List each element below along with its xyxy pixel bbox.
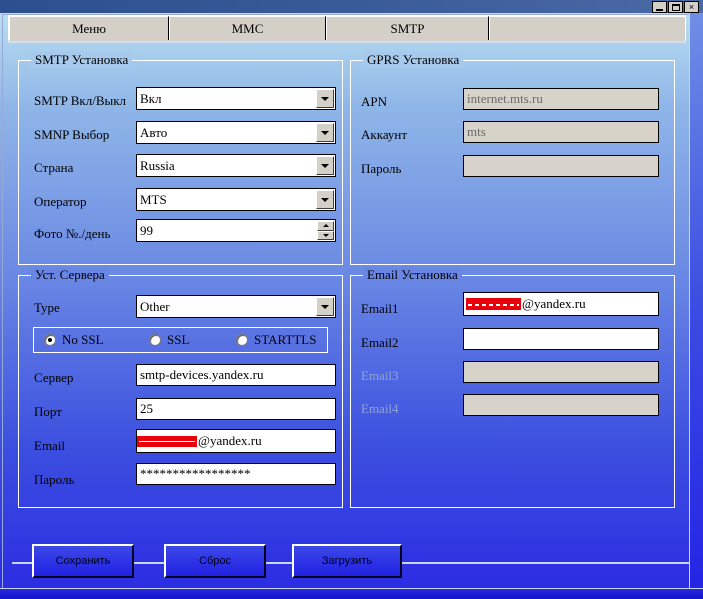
tab-underline bbox=[8, 41, 686, 43]
combo-server-type[interactable]: Other bbox=[136, 295, 336, 318]
radio-no-ssl-label: No SSL bbox=[62, 332, 104, 347]
chevron-down-icon[interactable] bbox=[316, 297, 334, 316]
input-server-password[interactable]: ***************** bbox=[136, 463, 336, 485]
input-email1[interactable]: @yandex.ru bbox=[463, 292, 659, 316]
redaction-bar bbox=[137, 435, 197, 447]
tab-smtp[interactable]: SMTP bbox=[326, 16, 489, 40]
combo-smtp-onoff[interactable]: Вкл bbox=[136, 87, 336, 110]
load-button[interactable]: Загрузить bbox=[292, 544, 402, 578]
spinner-photos-per-day[interactable]: 99 bbox=[136, 219, 336, 242]
radio-no-ssl-indicator[interactable] bbox=[44, 334, 56, 346]
save-button[interactable]: Сохранить bbox=[32, 544, 134, 578]
minimize-button[interactable] bbox=[652, 1, 667, 13]
input-server-host-value: smtp-devices.yandex.ru bbox=[140, 367, 264, 382]
reset-button[interactable]: Сброс bbox=[164, 544, 266, 578]
title-bar: × bbox=[0, 0, 703, 13]
input-email3[interactable] bbox=[463, 361, 659, 383]
combo-smnp-select-value: Авто bbox=[140, 124, 168, 140]
radio-starttls-label: STARTTLS bbox=[254, 332, 317, 347]
radio-starttls[interactable]: STARTTLS bbox=[236, 332, 316, 348]
group-gprs-settings-title: GPRS Установка bbox=[363, 52, 464, 68]
reset-button-label: Сброс bbox=[199, 555, 231, 567]
chevron-down-icon[interactable] bbox=[316, 123, 334, 142]
maximize-button[interactable] bbox=[668, 1, 683, 13]
label-smtp-onoff: SMTP Вкл/Выкл bbox=[34, 93, 127, 108]
input-server-port-value: 25 bbox=[140, 401, 153, 416]
group-email-settings-title: Email Установка bbox=[363, 267, 462, 283]
close-icon: × bbox=[688, 1, 695, 12]
tab-mmc-label: MMC bbox=[231, 20, 264, 36]
spinner-buttons[interactable] bbox=[317, 221, 334, 240]
input-apn[interactable]: internet.mts.ru bbox=[463, 88, 659, 110]
label-email2: Email2 bbox=[361, 335, 399, 350]
chevron-down-icon[interactable] bbox=[316, 156, 334, 175]
combo-smnp-select[interactable]: Авто bbox=[136, 121, 336, 144]
input-server-host[interactable]: smtp-devices.yandex.ru bbox=[136, 364, 336, 386]
radio-no-ssl[interactable]: No SSL bbox=[44, 332, 104, 348]
window-body: Меню MMC SMTP SMTP Установка SMTP Вкл/Вы… bbox=[0, 13, 703, 599]
combo-operator-value: MTS bbox=[140, 191, 167, 207]
radio-starttls-indicator[interactable] bbox=[236, 334, 248, 346]
radio-ssl[interactable]: SSL bbox=[149, 332, 189, 348]
spinner-up-icon[interactable] bbox=[317, 221, 334, 231]
group-server-settings-title: Уст. Сервера bbox=[31, 267, 109, 283]
label-server-type: Type bbox=[34, 300, 60, 315]
input-email4[interactable] bbox=[463, 394, 659, 416]
combo-country-value: Russia bbox=[140, 157, 175, 173]
right-edge-strip bbox=[689, 13, 703, 599]
close-button[interactable]: × bbox=[684, 1, 699, 13]
label-email4: Email4 bbox=[361, 401, 399, 416]
label-gprs-password: Пароль bbox=[361, 161, 402, 176]
application-window: × Меню MMC SMTP SMTP Установка SMTP Вкл/… bbox=[0, 0, 703, 599]
label-server-port: Порт bbox=[34, 404, 62, 419]
label-account: Аккаунт bbox=[361, 127, 408, 142]
combo-country[interactable]: Russia bbox=[136, 154, 336, 177]
radio-ssl-label: SSL bbox=[167, 332, 190, 347]
chevron-down-icon[interactable] bbox=[316, 89, 334, 108]
label-operator: Оператор bbox=[34, 194, 87, 209]
combo-smtp-onoff-value: Вкл bbox=[140, 90, 162, 106]
input-email2[interactable] bbox=[463, 328, 659, 350]
maximize-icon bbox=[671, 3, 680, 11]
input-server-password-value: ***************** bbox=[140, 466, 251, 481]
tab-menu[interactable]: Меню bbox=[9, 16, 169, 40]
label-country: Страна bbox=[34, 160, 74, 175]
input-gprs-password[interactable] bbox=[463, 155, 659, 177]
input-account-value: mts bbox=[467, 124, 486, 139]
label-server-email: Email bbox=[34, 438, 66, 453]
load-button-label: Загрузить bbox=[321, 555, 373, 567]
label-email3: Email3 bbox=[361, 368, 399, 383]
save-button-label: Сохранить bbox=[55, 555, 111, 567]
tab-mmc[interactable]: MMC bbox=[169, 16, 326, 40]
label-smnp-select: SMNP Выбор bbox=[34, 127, 110, 142]
chevron-down-icon[interactable] bbox=[316, 190, 334, 209]
window-controls: × bbox=[652, 1, 699, 13]
label-email1: Email1 bbox=[361, 301, 399, 316]
combo-operator[interactable]: MTS bbox=[136, 188, 336, 211]
radio-ssl-indicator[interactable] bbox=[149, 334, 161, 346]
tab-strip: Меню MMC SMTP bbox=[8, 15, 686, 41]
input-server-email[interactable]: @yandex.ru bbox=[136, 429, 336, 453]
combo-server-type-value: Other bbox=[140, 298, 170, 314]
tab-menu-label: Меню bbox=[72, 20, 106, 36]
input-apn-value: internet.mts.ru bbox=[467, 91, 543, 106]
redaction-bar bbox=[466, 298, 521, 310]
bottom-edge-strip bbox=[0, 588, 703, 599]
input-server-port[interactable]: 25 bbox=[136, 398, 336, 420]
tab-smtp-label: SMTP bbox=[390, 20, 425, 36]
label-photos-per-day: Фото №./день bbox=[34, 226, 111, 241]
group-smtp-settings-title: SMTP Установка bbox=[31, 52, 133, 68]
spinner-photos-per-day-value: 99 bbox=[140, 222, 153, 238]
minimize-icon bbox=[656, 8, 663, 11]
label-apn: APN bbox=[361, 94, 388, 109]
input-account[interactable]: mts bbox=[463, 121, 659, 143]
tab-strip-filler bbox=[489, 16, 685, 40]
label-server-host: Сервер bbox=[34, 370, 74, 385]
label-server-password: Пароль bbox=[34, 472, 75, 487]
ssl-mode-radio-group: No SSL SSL STARTTLS bbox=[33, 327, 328, 353]
spinner-down-icon[interactable] bbox=[317, 230, 334, 240]
input-server-email-value: @yandex.ru bbox=[198, 433, 262, 448]
input-email1-value: @yandex.ru bbox=[522, 296, 586, 311]
